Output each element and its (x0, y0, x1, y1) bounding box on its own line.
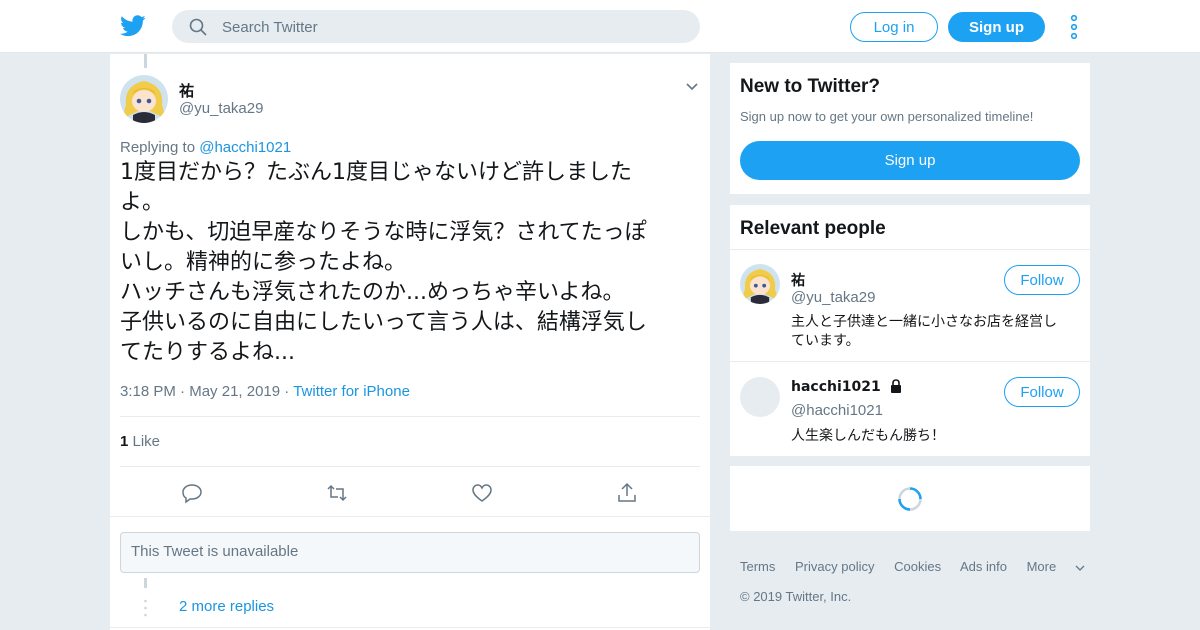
retweet-icon[interactable] (326, 482, 348, 504)
author-handle[interactable]: @yu_taka29 (179, 100, 263, 117)
relevant-people-card: Relevant people 祐 @yu_taka29 Follow 主人と子… (730, 205, 1090, 456)
divider (110, 627, 710, 628)
tweet-time[interactable]: 3:18 PM (120, 383, 176, 400)
replying-to-link[interactable]: @hacchi1021 (199, 139, 291, 156)
tweet-meta: 3:18 PM · May 21, 2019 · Twitter for iPh… (120, 383, 410, 400)
search-input[interactable] (220, 10, 684, 45)
divider (120, 466, 700, 467)
loading-spinner-icon (898, 487, 922, 511)
share-icon[interactable] (616, 482, 638, 504)
signup-card-subtitle: Sign up now to get your own personalized… (740, 109, 1034, 124)
avatar-illustration-icon (120, 75, 168, 123)
footer-links: Terms Privacy policy Cookies Ads info Mo… (740, 559, 1085, 574)
lock-icon (890, 379, 901, 393)
thread-connector (144, 578, 147, 588)
top-navigation-bar: Log in Sign up (0, 0, 1200, 53)
divider (730, 361, 1090, 362)
footer-link-terms[interactable]: Terms (740, 559, 775, 574)
twitter-bird-icon[interactable] (120, 14, 146, 38)
footer-link-ads-info[interactable]: Ads info (960, 559, 1007, 574)
divider (730, 249, 1090, 250)
author-name[interactable]: 祐 (179, 80, 194, 101)
signup-card: New to Twitter? Sign up now to get your … (730, 63, 1090, 194)
chevron-down-icon (1075, 565, 1085, 571)
relevant-people-title: Relevant people (740, 218, 886, 239)
more-replies-link[interactable]: 2 more replies (179, 598, 274, 615)
meta-separator: · (180, 383, 190, 400)
reply-icon[interactable] (181, 482, 203, 504)
search-box[interactable] (172, 10, 700, 45)
person-name[interactable]: 祐 (791, 270, 805, 290)
login-button[interactable]: Log in (850, 12, 938, 42)
footer-link-privacy[interactable]: Privacy policy (795, 559, 874, 574)
person-bio: 主人と子供達と一緒に小さなお店を経営し ています。 (791, 314, 1057, 349)
divider (120, 416, 700, 417)
avatar-placeholder[interactable] (740, 377, 780, 417)
more-options-icon[interactable] (1068, 14, 1080, 40)
footer-more-label: More (1026, 559, 1057, 574)
signup-card-button[interactable]: Sign up (740, 141, 1080, 180)
person-name: hacchi1021 (791, 379, 881, 395)
tweet-client-link[interactable]: Twitter for iPhone (293, 383, 410, 400)
tweet-date[interactable]: May 21, 2019 (189, 383, 280, 400)
tweet-permalink: 祐 @yu_taka29 Replying to @hacchi1021 1度目… (110, 54, 710, 630)
unavailable-tweet-notice: This Tweet is unavailable (120, 532, 700, 573)
divider (110, 516, 710, 517)
like-count-label: Like (128, 433, 161, 450)
meta-separator: · (284, 383, 294, 400)
signup-button[interactable]: Sign up (948, 12, 1045, 42)
thread-connector (144, 54, 147, 68)
follow-button[interactable]: Follow (1004, 265, 1080, 295)
loading-card (730, 466, 1090, 531)
copyright: © 2019 Twitter, Inc. (740, 589, 852, 604)
signup-card-title: New to Twitter? (740, 76, 881, 97)
person-handle[interactable]: @yu_taka29 (791, 289, 875, 306)
person-handle[interactable]: @hacchi1021 (791, 402, 883, 419)
footer-link-more[interactable]: More (1027, 559, 1086, 574)
thread-dots-icon (144, 599, 147, 617)
replying-prefix: Replying to (120, 139, 200, 156)
person-bio: 人生楽しんだもん勝ち！ (791, 428, 945, 444)
person-name-row[interactable]: hacchi1021 (791, 378, 904, 395)
search-icon (189, 18, 207, 36)
avatar[interactable] (740, 264, 780, 304)
chevron-down-icon[interactable] (685, 82, 699, 92)
replying-to: Replying to @hacchi1021 (120, 139, 291, 156)
footer-link-cookies[interactable]: Cookies (894, 559, 941, 574)
avatar[interactable] (120, 75, 168, 123)
avatar-illustration-icon (740, 264, 780, 304)
follow-button[interactable]: Follow (1004, 377, 1080, 407)
tweet-text: 1度目だから？たぶん1度目じゃないけど許しました よ。 しかも、切迫早産なりそう… (120, 160, 647, 365)
like-icon[interactable] (471, 482, 493, 504)
like-count[interactable]: 1 Like (120, 433, 160, 450)
